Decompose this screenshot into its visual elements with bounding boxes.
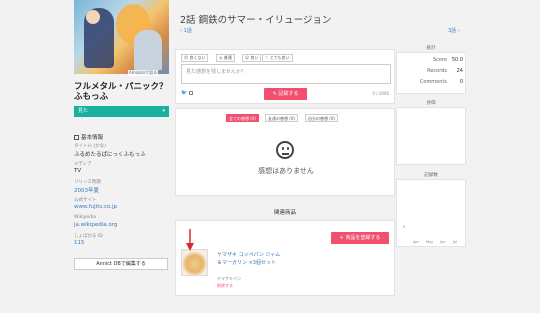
stats-panel: Score 50.0 Records 24 Comments 0 [396, 52, 466, 94]
field-label-wikipedia: Wikipedia [74, 215, 96, 220]
rating-header: 評価 [426, 101, 436, 106]
work-title[interactable]: フルメタル・パニック？ふもっふ [74, 82, 169, 102]
tab-friends-comments[interactable]: 友達の感想 (0) [265, 114, 298, 122]
axis-label-apr: Apr [413, 240, 420, 244]
info-header: 基本情報 [74, 133, 103, 141]
empty-message: 感想はありません [258, 167, 314, 175]
rating-bad-button[interactable]: ☹ 良くない [181, 54, 209, 62]
twitter-share-toggle[interactable]: 🐦 [181, 90, 194, 96]
field-value-syobocal[interactable]: 115 [74, 240, 85, 246]
status-value: 見た [78, 108, 89, 114]
comment-textarea[interactable]: 見た感想を残しませんか？ [181, 64, 391, 84]
goods-thumbnail[interactable] [181, 249, 208, 276]
axis-label-jul: Jul [453, 240, 458, 244]
tab-my-comments[interactable]: 自分の感想 (0) [305, 114, 338, 122]
goods-delete-link[interactable]: 削除する [217, 283, 233, 289]
field-label-syobocal: しょぼかる ID [74, 234, 103, 239]
record-button[interactable]: ✎ 記録する [264, 88, 307, 100]
stats-header: 統計 [426, 46, 436, 51]
goods-maker: ヤマザキパン [217, 276, 242, 281]
char-counter: 0 / 1000 [372, 91, 389, 96]
goods-card: + 商品を登録する ヤマザキ コッペパン ジャム＆マーガリン ×3個セット ヤマ… [175, 220, 395, 296]
field-label-kana: タイトル (かな) [74, 144, 106, 149]
rating-great-button[interactable]: ♡ とても良い [262, 54, 293, 62]
comments-card: 全ての感想 (0) 友達の感想 (0) 自分の感想 (0) 感想はありません [175, 108, 395, 196]
field-label-media: メディア [74, 162, 92, 167]
next-episode-link[interactable]: 3話 › [448, 27, 460, 34]
add-goods-button[interactable]: + 商品を登録する [331, 232, 389, 244]
rating-good-button[interactable]: ☺ 良い [242, 54, 262, 62]
goods-header: 関連商品 [273, 210, 296, 216]
record-chart-panel: 0 Apr May Jun Jul [396, 179, 466, 247]
status-select[interactable]: 見た ▾ [74, 106, 169, 117]
field-value-media: TV [74, 168, 82, 174]
field-label-season: リリース時期 [74, 180, 101, 185]
field-value-wikipedia[interactable]: ja.wikipedia.org [74, 222, 117, 228]
amazon-link[interactable]: Amazonで見る [128, 70, 159, 76]
field-label-official: 公式サイト [74, 198, 97, 203]
sad-face-icon [276, 141, 294, 159]
tab-all-comments[interactable]: 全ての感想 (0) [226, 114, 259, 122]
edit-in-db-button[interactable]: Annict DBで編集する [74, 258, 168, 270]
goods-name-link[interactable]: ヤマザキ コッペパン ジャム＆マーガリン ×3個セット [217, 251, 285, 267]
axis-label-may: May [426, 240, 434, 244]
axis-label-jun: Jun [440, 240, 446, 244]
twitter-icon: 🐦 [181, 90, 188, 96]
rating-average-button[interactable]: ◎ 普通 [216, 54, 235, 62]
work-poster-image[interactable] [74, 0, 169, 74]
rating-chart-panel [396, 107, 466, 165]
prev-episode-link[interactable]: ‹ 1話 [180, 27, 192, 34]
episode-title: 2話 鋼鉄のサマー・イリュージョン [180, 15, 332, 26]
review-card: ☹ 良くない ◎ 普通 ☺ 良い ♡ とても良い 見た感想を残しませんか？ 🐦 … [175, 49, 395, 104]
field-value-official[interactable]: www.fujitv.co.jp [74, 204, 117, 210]
axis-zero-label: 0 [403, 225, 406, 229]
record-count-header: 記録数 [424, 173, 438, 178]
field-value-season[interactable]: 2003年夏 [74, 186, 99, 194]
chevron-down-icon: ▾ [162, 108, 165, 114]
info-box-icon [74, 135, 79, 140]
field-value-kana: ふるめたるぱにっくふもっふ [74, 152, 146, 158]
share-checkbox[interactable] [189, 90, 194, 95]
arrow-down-icon [186, 229, 194, 251]
